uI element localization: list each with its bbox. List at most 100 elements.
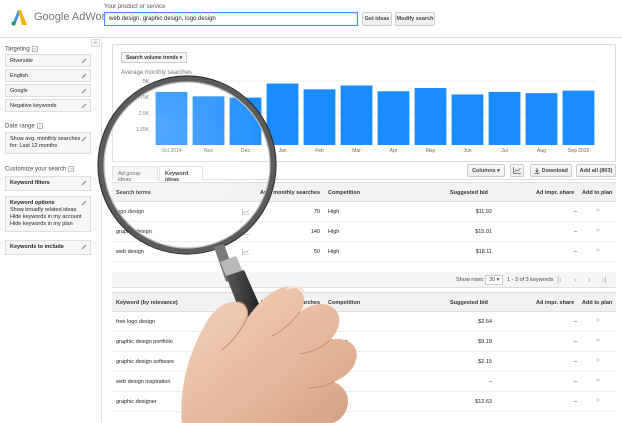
last-page-icon[interactable]: ›| bbox=[602, 275, 607, 284]
first-page-icon[interactable]: |‹ bbox=[557, 275, 562, 284]
help-icon[interactable]: ? bbox=[31, 46, 38, 52]
targeting-location[interactable]: Riverside bbox=[5, 54, 91, 67]
add-to-plan-button[interactable]: » bbox=[596, 397, 600, 404]
add-to-plan-button[interactable]: » bbox=[596, 207, 600, 214]
header-ad-impr-share[interactable]: Ad impr. share bbox=[536, 190, 574, 196]
header-competition[interactable]: Competition bbox=[328, 190, 360, 196]
tab-keyword-ideas[interactable]: Keyword ideas bbox=[159, 166, 203, 183]
chart-bar[interactable] bbox=[562, 90, 595, 145]
keyword-cell: free logo design bbox=[116, 319, 156, 325]
add-to-plan-button[interactable]: » bbox=[596, 247, 600, 254]
chart-bar[interactable] bbox=[340, 85, 373, 145]
bid-cell: $9.18 bbox=[478, 339, 492, 345]
chart-bar[interactable] bbox=[377, 91, 410, 145]
header-avg-monthly-searches[interactable]: Avg. monthly searches bbox=[260, 190, 320, 196]
table-row: graphic designer $12.63 – » bbox=[112, 392, 616, 412]
x-tick-label: Feb bbox=[315, 148, 324, 154]
pencil-icon[interactable] bbox=[81, 73, 87, 79]
header: Google AdWords Your product or service w… bbox=[0, 0, 622, 38]
targeting-network[interactable]: Google bbox=[5, 84, 91, 97]
pencil-icon[interactable] bbox=[81, 58, 87, 64]
keyword-filters[interactable]: Keyword filters bbox=[5, 176, 91, 191]
date-range-selector[interactable]: Show avg. monthly searches for: Last 12 … bbox=[5, 132, 91, 154]
prev-page-icon[interactable]: ‹ bbox=[574, 275, 577, 284]
bid-cell: $12.63 bbox=[475, 399, 492, 405]
header-suggested-bid[interactable]: Suggested bid bbox=[450, 190, 488, 196]
x-tick-label: Jul bbox=[501, 148, 507, 154]
keyword-cell: web design inspiration bbox=[116, 379, 171, 385]
chart-bar[interactable] bbox=[155, 91, 188, 145]
share-cell: – bbox=[574, 319, 578, 325]
keyword-cell: graphic design software bbox=[116, 359, 175, 365]
pencil-icon[interactable] bbox=[81, 180, 87, 186]
search-terms-table: Search terms Avg. monthly searches Compe… bbox=[112, 182, 616, 272]
help-icon[interactable]: ? bbox=[36, 123, 43, 129]
pencil-icon[interactable] bbox=[81, 103, 87, 109]
targeting-language-label: English bbox=[10, 73, 29, 79]
chart-bar[interactable] bbox=[525, 93, 558, 145]
keyword-filters-label: Keyword filters bbox=[10, 180, 50, 186]
keywords-to-include[interactable]: Keywords to include bbox=[5, 240, 91, 255]
pencil-icon[interactable] bbox=[81, 136, 87, 142]
get-ideas-button[interactable]: Get ideas bbox=[362, 12, 392, 26]
adwords-logo[interactable]: Google AdWords bbox=[10, 6, 117, 28]
add-to-plan-button[interactable]: » bbox=[596, 337, 600, 344]
keyword-options[interactable]: Keyword options Show broadly related ide… bbox=[5, 196, 91, 232]
chart-bar[interactable] bbox=[451, 94, 484, 145]
add-to-plan-button[interactable]: » bbox=[596, 227, 600, 234]
chart-bar[interactable] bbox=[488, 91, 521, 145]
next-page-icon[interactable]: › bbox=[588, 275, 591, 284]
searches-cell: 20 bbox=[313, 339, 320, 345]
chart-bar[interactable] bbox=[414, 88, 447, 145]
search-volume-chart-panel: Search volume trends ▾ Average monthly s… bbox=[112, 44, 616, 162]
header-competition[interactable]: Competition bbox=[328, 300, 360, 306]
share-cell: – bbox=[574, 359, 578, 365]
header-avg-monthly-searches[interactable]: Avg. monthly searches bbox=[260, 300, 320, 306]
tab-ad-group-ideas[interactable]: Ad group ideas bbox=[112, 166, 158, 183]
header-suggested-bid[interactable]: Suggested bid bbox=[450, 300, 488, 306]
chart-bar[interactable] bbox=[266, 83, 299, 145]
x-tick-label: May bbox=[426, 148, 436, 154]
chart-bar[interactable] bbox=[303, 89, 336, 145]
searches-cell: 70 bbox=[313, 209, 320, 215]
bid-cell: $11.92 bbox=[475, 209, 492, 215]
collapse-sidebar-button[interactable]: « bbox=[91, 39, 100, 47]
searches-cell: 10 bbox=[313, 319, 320, 325]
product-search-input[interactable]: web design, graphic design, logo design bbox=[104, 12, 358, 26]
targeting-network-label: Google bbox=[10, 88, 28, 94]
help-icon[interactable]: ? bbox=[68, 166, 75, 172]
pencil-icon[interactable] bbox=[81, 88, 87, 94]
pencil-icon[interactable] bbox=[81, 200, 87, 206]
searches-cell: 140 bbox=[310, 229, 320, 235]
chart-bar[interactable] bbox=[229, 97, 262, 145]
keyword-cell: web design bbox=[116, 249, 144, 255]
add-to-plan-button[interactable]: » bbox=[596, 377, 600, 384]
table-row: graphic design software High $2.15 – » bbox=[112, 352, 616, 372]
table-row: web design inspiration – – » bbox=[112, 372, 616, 392]
trend-chart-icon[interactable] bbox=[242, 249, 249, 255]
header-search-terms[interactable]: Search terms bbox=[116, 190, 151, 196]
rows-per-page-select[interactable]: 30 ▾ bbox=[485, 275, 504, 285]
trend-chart-icon[interactable] bbox=[242, 209, 249, 215]
targeting-location-label: Riverside bbox=[10, 58, 33, 64]
header-keyword-relevance[interactable]: Keyword (by relevance) bbox=[116, 300, 178, 306]
header-ad-impr-share[interactable]: Ad impr. share bbox=[536, 300, 574, 306]
adwords-logo-icon bbox=[10, 8, 28, 26]
keyword-cell: graphic design bbox=[116, 229, 152, 235]
add-to-plan-button[interactable]: » bbox=[596, 317, 600, 324]
date-range-text: Show avg. monthly searches for: Last 12 … bbox=[10, 136, 81, 149]
competition-cell: High bbox=[328, 249, 340, 255]
modify-search-button[interactable]: Modify search bbox=[395, 12, 435, 26]
competition-cell: High bbox=[328, 209, 340, 215]
pencil-icon[interactable] bbox=[81, 244, 87, 250]
show-rows-label: Show rows: bbox=[456, 277, 485, 283]
competition-cell: High bbox=[328, 359, 340, 365]
add-to-plan-button[interactable]: » bbox=[596, 357, 600, 364]
targeting-negative-keywords[interactable]: Negative keywords bbox=[5, 99, 91, 112]
targeting-language[interactable]: English bbox=[5, 69, 91, 82]
keyword-option-line: Hide keywords in my plan bbox=[10, 221, 73, 227]
x-tick-label: Aug bbox=[537, 148, 546, 154]
trend-chart-icon[interactable] bbox=[242, 229, 249, 235]
competition-cell: High bbox=[328, 319, 340, 325]
chart-bar[interactable] bbox=[192, 96, 225, 145]
